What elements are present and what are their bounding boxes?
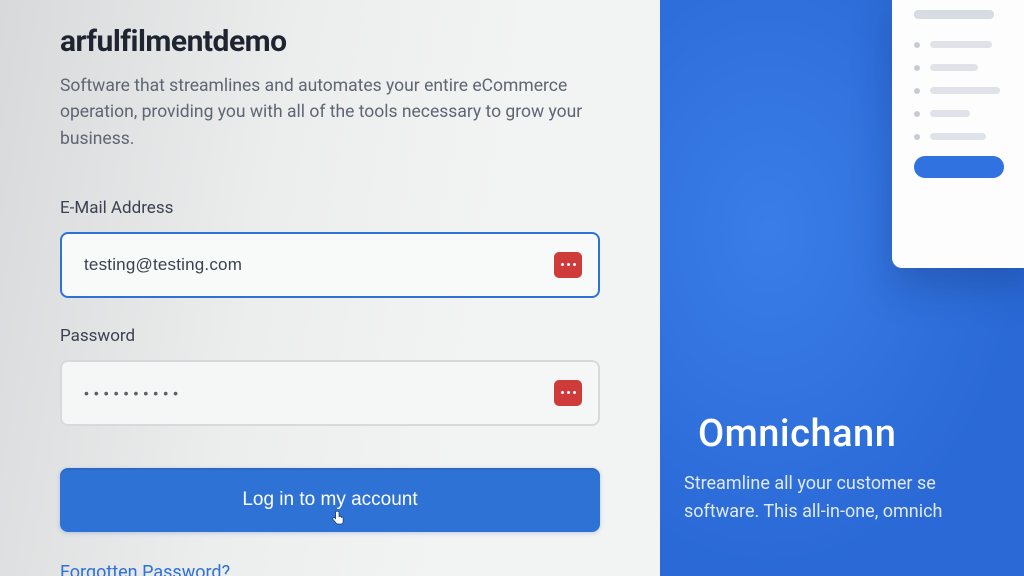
password-input-wrap: [60, 360, 600, 426]
promo-illustration-card: [892, 0, 1024, 268]
email-label: E-Mail Address: [60, 198, 600, 218]
email-input[interactable]: [60, 232, 600, 298]
login-panel: arfulfilmentdemo Software that streamlin…: [0, 0, 660, 576]
forgot-password-link[interactable]: Forgotten Password?: [60, 562, 230, 576]
cursor-pointer-icon: [330, 507, 348, 529]
password-manager-icon[interactable]: [554, 380, 582, 406]
email-field-group: E-Mail Address: [60, 198, 600, 298]
password-label: Password: [60, 326, 600, 346]
promo-title: Omnichann: [698, 412, 896, 456]
promo-text: Streamline all your customer se software…: [684, 470, 942, 526]
app-subtitle: Software that streamlines and automates …: [60, 73, 590, 152]
password-input[interactable]: [60, 360, 600, 426]
login-button-label: Log in to my account: [242, 489, 417, 510]
app-title: arfulfilmentdemo: [60, 24, 600, 59]
password-manager-icon[interactable]: [554, 252, 582, 278]
password-field-group: Password: [60, 326, 600, 426]
email-input-wrap: [60, 232, 600, 298]
login-button[interactable]: Log in to my account: [60, 468, 600, 532]
promo-panel: Omnichann Streamline all your customer s…: [660, 0, 1024, 576]
